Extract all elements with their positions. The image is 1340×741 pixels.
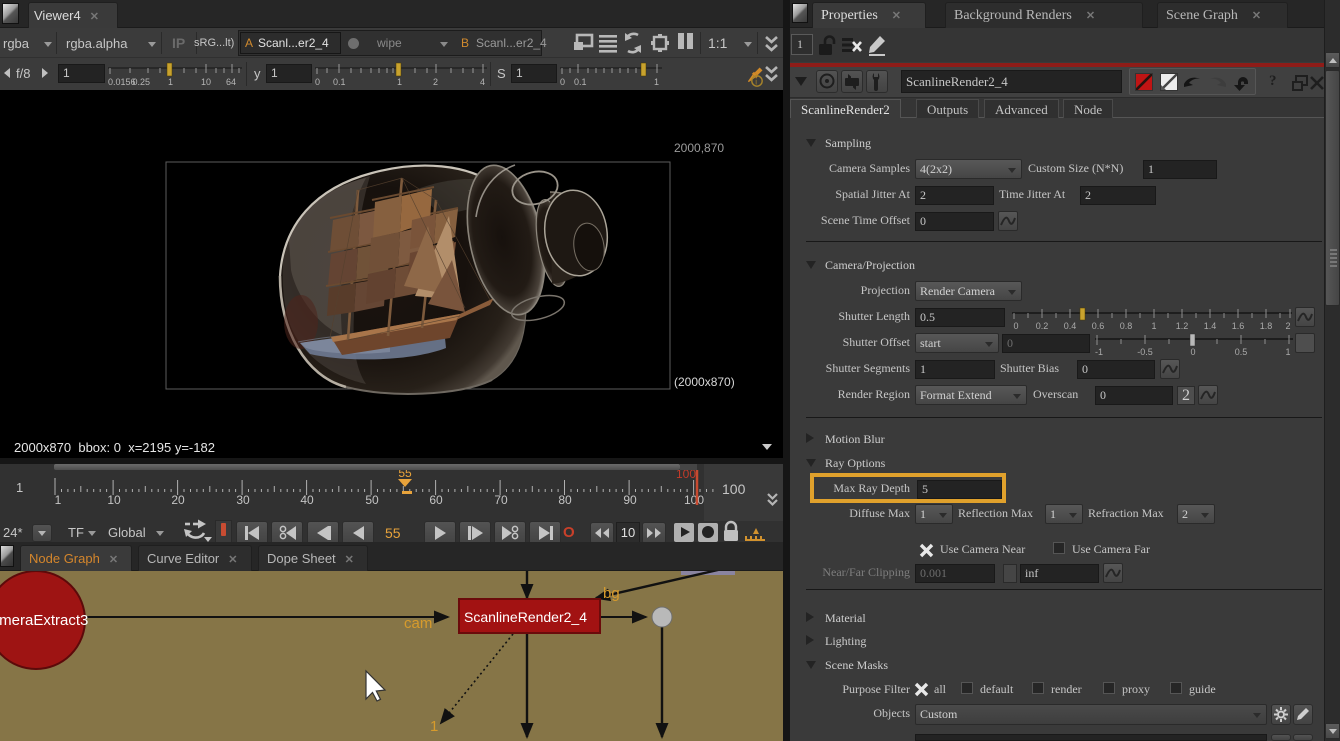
svg-text:0.6: 0.6 [1092,321,1105,331]
svg-text:40: 40 [300,493,314,507]
svg-text:cam: cam [404,615,432,632]
svg-text:2: 2 [433,77,438,87]
svg-text:-0.5: -0.5 [1137,347,1153,357]
svg-text:0.1: 0.1 [574,77,587,87]
svg-text:1: 1 [430,718,438,735]
svg-text:0: 0 [560,77,565,87]
svg-text:50: 50 [365,493,379,507]
svg-text:0.4: 0.4 [1064,321,1077,331]
svg-text:ScanlineRender2_4: ScanlineRender2_4 [464,609,587,625]
svg-text:100: 100 [684,493,704,507]
svg-text:1: 1 [654,77,659,87]
svg-text:10: 10 [201,77,211,87]
svg-text:0.1: 0.1 [333,77,346,87]
svg-text:0: 0 [315,77,320,87]
svg-text:i: i [755,77,757,86]
svg-text:CameraExtract3: CameraExtract3 [0,612,88,629]
svg-text:80: 80 [558,493,572,507]
svg-text:1: 1 [1151,321,1156,331]
svg-text:60: 60 [429,493,443,507]
svg-text:1.4: 1.4 [1204,321,1217,331]
svg-text:1.2: 1.2 [1176,321,1189,331]
svg-text:90: 90 [623,493,637,507]
svg-text:1.6: 1.6 [1232,321,1245,331]
svg-text:0: 0 [1190,347,1195,357]
svg-text:0: 0 [1013,321,1018,331]
svg-text:64: 64 [226,77,236,87]
svg-text:2000,870: 2000,870 [674,141,724,155]
svg-text:2: 2 [1285,321,1290,331]
svg-text:0.01560.25: 0.01560.25 [108,77,150,87]
svg-text:0.2: 0.2 [1036,321,1049,331]
svg-text:10: 10 [107,493,121,507]
svg-text:1: 1 [397,77,402,87]
svg-text:0.8: 0.8 [1120,321,1133,331]
svg-text:(2000x870): (2000x870) [674,375,735,389]
svg-text:100: 100 [676,470,696,481]
svg-text:1: 1 [168,77,173,87]
svg-text:30: 30 [236,493,250,507]
svg-text:1: 1 [55,493,62,507]
svg-text:55: 55 [398,470,412,480]
svg-text:20: 20 [171,493,185,507]
svg-text:bg: bg [603,585,620,602]
svg-text:0.5: 0.5 [1235,347,1248,357]
svg-text:70: 70 [494,493,508,507]
svg-text:1.8: 1.8 [1260,321,1273,331]
svg-text:-1: -1 [1095,347,1103,357]
svg-text:1: 1 [1285,347,1290,357]
svg-text:4: 4 [480,77,485,87]
